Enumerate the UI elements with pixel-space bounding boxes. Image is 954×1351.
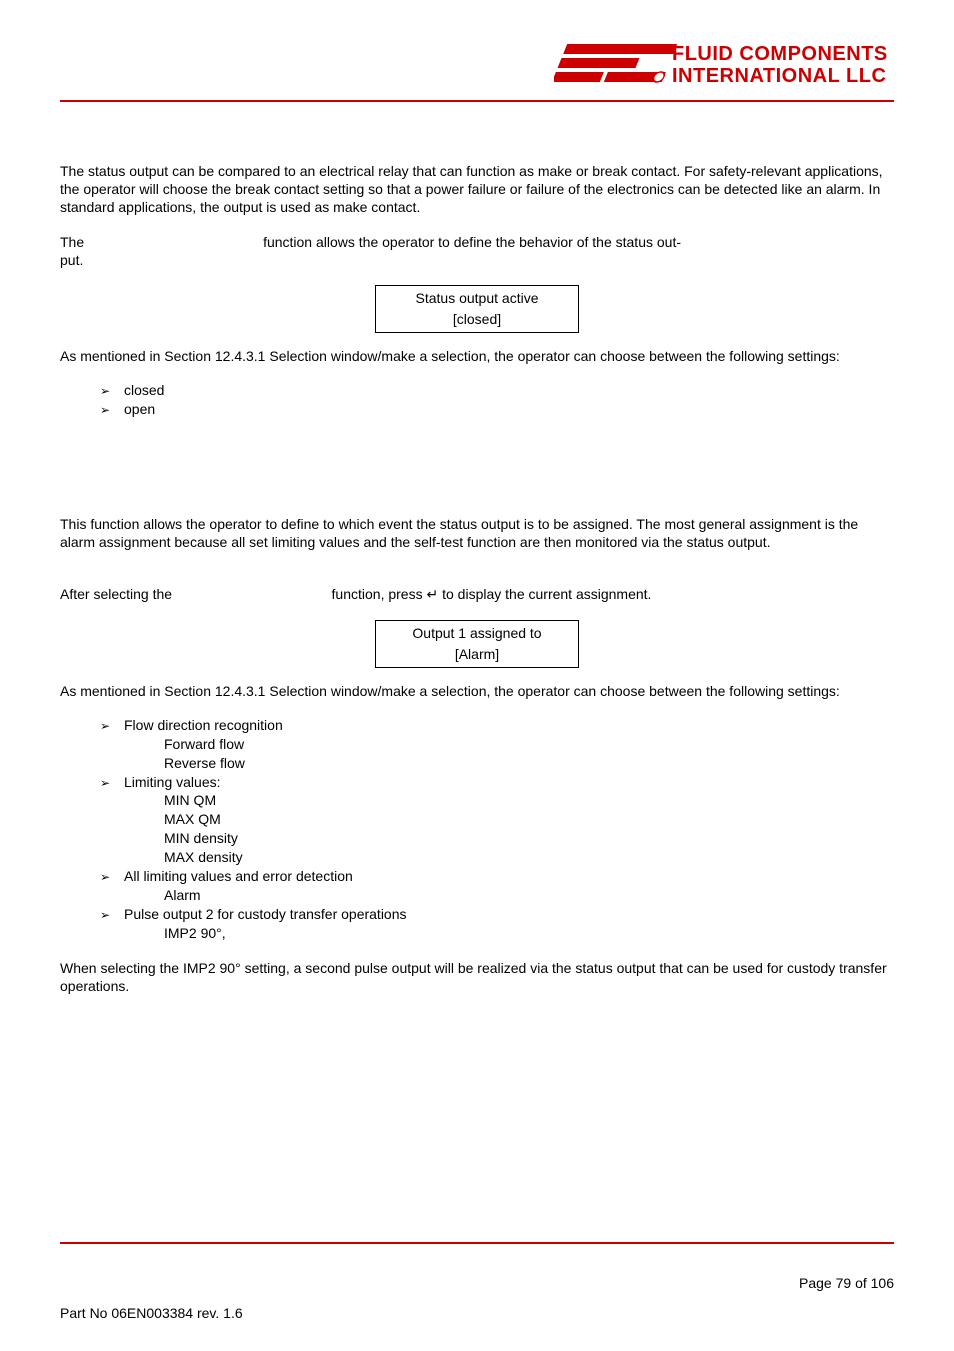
- s1-p2-line2: put.: [60, 252, 83, 268]
- s2-display-box: Output 1 assigned to [Alarm]: [375, 620, 579, 668]
- s1-box-line1: Status output active: [382, 288, 572, 309]
- part-number: Part No 06EN003384 rev. 1.6: [60, 1305, 243, 1321]
- header-rule: [60, 100, 894, 102]
- s2-b1: Flow direction recognition: [124, 716, 283, 735]
- s2-p2: After selecting the function, press ↵ to…: [60, 585, 894, 603]
- header: FLUID COMPONENTS INTERNATIONAL LLC: [60, 30, 894, 100]
- footer-rule: [60, 1242, 894, 1244]
- arrow-icon: ➢: [100, 907, 124, 923]
- s2-b1s1: Forward flow: [164, 735, 894, 754]
- s1-p2: The function allows the operator to defi…: [60, 233, 894, 269]
- list-item: ➢ closed: [100, 381, 894, 400]
- s1-p1: The status output can be compared to an …: [60, 162, 894, 217]
- s2-box-line2: [Alarm]: [382, 644, 572, 665]
- s2-box-line1: Output 1 assigned to: [382, 623, 572, 644]
- fci-logo: FLUID COMPONENTS INTERNATIONAL LLC: [554, 42, 894, 88]
- s2-p2-start: After selecting the: [60, 586, 172, 602]
- s2-p1: This function allows the operator to def…: [60, 515, 894, 551]
- s1-box-line2: [closed]: [382, 309, 572, 330]
- s1-bullets: ➢ closed ➢ open: [100, 381, 894, 419]
- logo-text-2: INTERNATIONAL LLC: [672, 65, 886, 87]
- s1-p3: As mentioned in Section 12.4.3.1 Selecti…: [60, 347, 894, 365]
- page: FLUID COMPONENTS INTERNATIONAL LLC The s…: [0, 0, 954, 1351]
- page-number: Page 79 of 106: [799, 1275, 894, 1291]
- s2-p3: As mentioned in Section 12.4.3.1 Selecti…: [60, 682, 894, 700]
- arrow-icon: ➢: [100, 869, 124, 885]
- s2-b2s2: MAX QM: [164, 810, 894, 829]
- logo-text-1: FLUID COMPONENTS: [672, 43, 888, 65]
- s2-b1s2: Reverse flow: [164, 754, 894, 773]
- s2-bullets: ➢ Flow direction recognition Forward flo…: [100, 716, 894, 943]
- list-item: ➢ All limiting values and error detectio…: [100, 867, 894, 886]
- spacer: [60, 435, 894, 515]
- s2-b2: Limiting values:: [124, 773, 221, 792]
- s2-b4s1: IMP2 90°,: [164, 924, 894, 943]
- arrow-icon: ➢: [100, 718, 124, 734]
- s2-p2-end: function, press ↵ to display the current…: [332, 586, 652, 602]
- s1-b2: open: [124, 400, 155, 419]
- list-item: ➢ open: [100, 400, 894, 419]
- list-item: ➢ Flow direction recognition: [100, 716, 894, 735]
- s2-b4: Pulse output 2 for custody transfer oper…: [124, 905, 407, 924]
- arrow-icon: ➢: [100, 775, 124, 791]
- s2-b3s1: Alarm: [164, 886, 894, 905]
- s1-p2-start: The: [60, 234, 84, 250]
- s1-p2-mid: [84, 234, 263, 250]
- s2-p4: When selecting the IMP2 90° setting, a s…: [60, 959, 894, 995]
- s2-b2s4: MAX density: [164, 848, 894, 867]
- s2-b2s1: MIN QM: [164, 791, 894, 810]
- s2-b3: All limiting values and error detection: [124, 867, 353, 886]
- list-item: ➢ Pulse output 2 for custody transfer op…: [100, 905, 894, 924]
- content: The status output can be compared to an …: [60, 162, 894, 995]
- s1-b1: closed: [124, 381, 164, 400]
- s2-p2-mid: [172, 586, 331, 602]
- arrow-icon: ➢: [100, 383, 124, 399]
- list-item: ➢ Limiting values:: [100, 773, 894, 792]
- s1-display-box: Status output active [closed]: [375, 285, 579, 333]
- s2-b2s3: MIN density: [164, 829, 894, 848]
- s1-p2-end: function allows the operator to define t…: [263, 234, 681, 250]
- arrow-icon: ➢: [100, 402, 124, 418]
